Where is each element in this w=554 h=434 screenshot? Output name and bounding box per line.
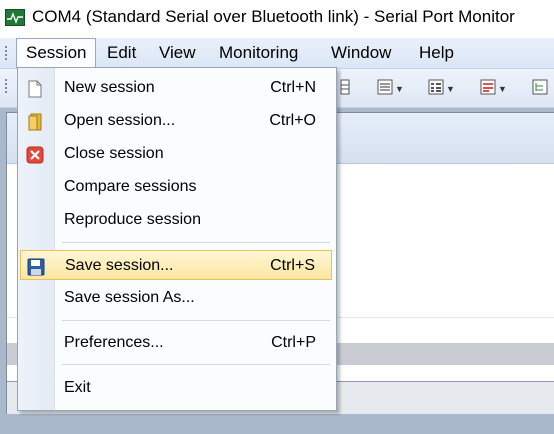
table-icon (340, 78, 356, 96)
close-icon (26, 145, 44, 164)
session-menu-dropdown: New session Ctrl+N Open session... Ctrl+… (17, 67, 337, 411)
floppy-disk-icon (27, 257, 45, 276)
menu-view[interactable]: View (150, 38, 205, 68)
chevron-down-icon[interactable]: ▼ (446, 84, 455, 94)
menu-window[interactable]: Window (322, 38, 400, 68)
chevron-down-icon[interactable]: ▼ (498, 84, 507, 94)
menu-item-exit[interactable]: Exit (20, 373, 332, 403)
menu-item-close-session[interactable]: Close session (20, 139, 332, 169)
dump-view-icon (480, 78, 496, 96)
grid-icon (428, 78, 444, 96)
title-bar: COM4 (Standard Serial over Bluetooth lin… (0, 0, 554, 38)
menu-item-open-session[interactable]: Open session... Ctrl+O (20, 106, 332, 136)
menu-bar: Session Edit View Monitoring Window Help (0, 38, 554, 69)
toolbar-tree-button[interactable] (532, 78, 554, 98)
menu-monitoring[interactable]: Monitoring (210, 38, 307, 68)
menu-item-new-session[interactable]: New session Ctrl+N (20, 73, 332, 103)
menu-session[interactable]: Session (16, 38, 96, 68)
menu-item-reproduce-session[interactable]: Reproduce session (20, 205, 332, 235)
toolbar-dump-button[interactable]: ▼ (480, 78, 507, 98)
menu-help[interactable]: Help (410, 38, 463, 68)
list-icon (377, 78, 393, 96)
menu-separator (62, 242, 330, 243)
menu-item-preferences[interactable]: Preferences... Ctrl+P (20, 328, 332, 358)
menu-item-compare-sessions[interactable]: Compare sessions (20, 172, 332, 202)
menu-item-save-session-as[interactable]: Save session As... (20, 283, 332, 313)
tree-view-icon (532, 78, 548, 96)
chevron-down-icon[interactable]: ▼ (395, 84, 404, 94)
menubar-grip[interactable] (4, 46, 8, 62)
app-icon (5, 9, 25, 26)
toolbar-list-button[interactable]: ▼ (377, 78, 404, 98)
menu-separator (62, 320, 330, 321)
menu-item-save-session[interactable]: Save session... Ctrl+S (20, 250, 332, 280)
window-title: COM4 (Standard Serial over Bluetooth lin… (32, 7, 515, 26)
toolbar-view-button[interactable] (340, 78, 362, 98)
toolbar-grip[interactable] (4, 79, 8, 95)
menu-edit[interactable]: Edit (98, 38, 145, 68)
open-folder-icon (26, 112, 44, 131)
toolbar-grid-button[interactable]: ▼ (428, 78, 455, 98)
menu-separator (62, 364, 330, 365)
new-document-icon (26, 79, 44, 98)
